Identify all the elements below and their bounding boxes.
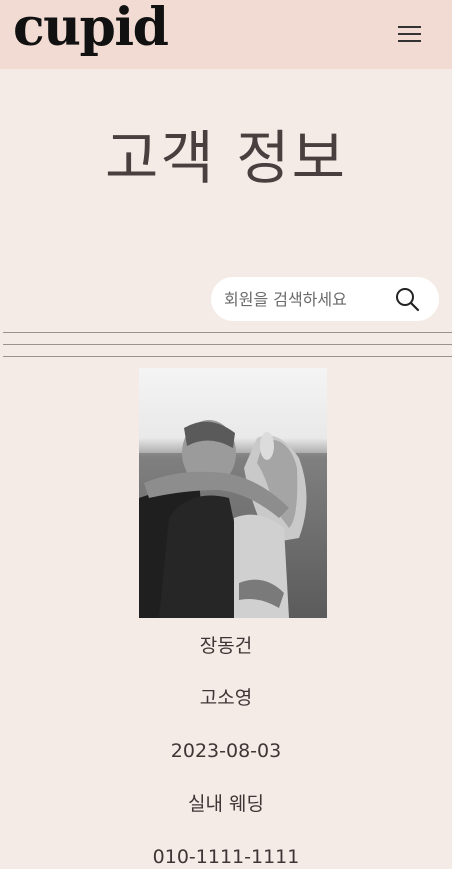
phone-number: 010-1111-1111 [152,846,300,868]
menu-button[interactable] [398,24,424,44]
groom-name: 장동건 [199,635,253,657]
logo[interactable]: cupid [13,0,169,62]
site-header: cupid [0,0,452,69]
divider [3,356,452,357]
divider [3,344,452,345]
bride-name: 고소영 [199,687,253,709]
search-input[interactable] [224,277,389,321]
couple-photo [139,368,327,618]
hamburger-icon-line [398,33,421,35]
hamburger-icon [398,26,421,28]
page-title: 고객 정보 [105,124,347,192]
search-button[interactable] [395,287,421,313]
customer-photo [139,368,327,618]
search-box [211,277,439,321]
search-icon [396,288,420,312]
divider [3,332,452,333]
hamburger-icon-line [398,40,421,42]
wedding-type: 실내 웨딩 [188,793,264,815]
wedding-date: 2023-08-03 [170,740,282,762]
